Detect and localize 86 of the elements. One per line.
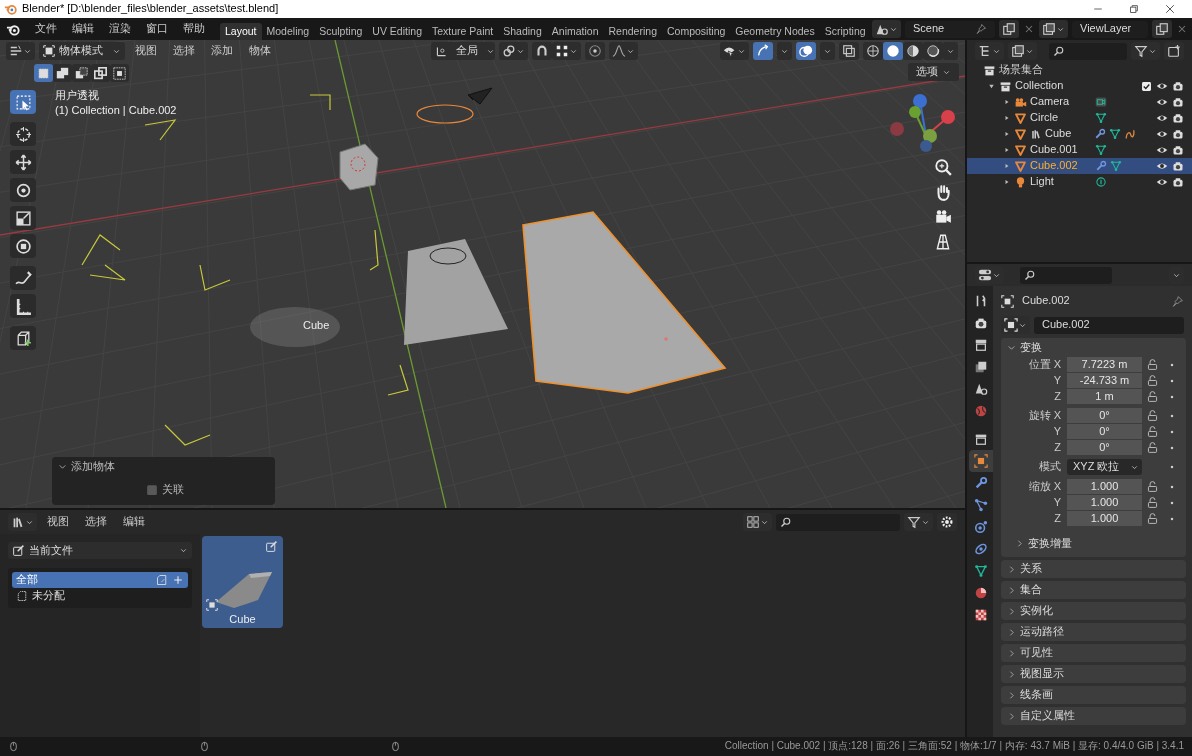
- workspace-tab[interactable]: Texture Paint: [426, 22, 499, 40]
- field-label: Z: [1053, 389, 1062, 404]
- field-label: 旋转 X: [1027, 408, 1062, 423]
- panel-header[interactable]: 视图显示: [1001, 665, 1186, 683]
- number-field[interactable]: 1.000: [1067, 511, 1142, 526]
- catalog-item[interactable]: 未分配: [12, 588, 188, 604]
- catalog-item[interactable]: 全部: [12, 572, 188, 588]
- mode-dropdown[interactable]: 物体模式: [39, 42, 125, 60]
- object-label: Cube: [303, 319, 330, 333]
- subpanel-header[interactable]: 变换增量: [1001, 534, 1186, 553]
- panel-header[interactable]: 集合: [1001, 581, 1186, 599]
- checkbox-label: 关联: [162, 482, 184, 497]
- workspace-tab[interactable]: Shading: [498, 22, 547, 40]
- menu-item[interactable]: 视图: [41, 515, 75, 529]
- tree-item-label: Cube.001: [1030, 143, 1079, 157]
- number-field[interactable]: 1.000: [1067, 479, 1142, 494]
- tree-item-label: Circle: [1030, 111, 1060, 125]
- number-field[interactable]: 1 m: [1067, 389, 1142, 404]
- workspace-tab[interactable]: Geometry Nodes: [730, 22, 820, 40]
- workspace-tab[interactable]: Rendering: [603, 22, 662, 40]
- context-label: (1) Collection | Cube.002: [55, 104, 177, 118]
- panel-header[interactable]: 实例化: [1001, 602, 1186, 620]
- tree-row[interactable]: Cube: [967, 126, 1192, 142]
- panel-title: 添加物体: [71, 460, 115, 474]
- workspace-tab[interactable]: Animation: [546, 22, 604, 40]
- tree-row[interactable]: Light: [967, 174, 1192, 190]
- workspace-tab[interactable]: Scripting: [819, 22, 871, 40]
- tree-row[interactable]: Cube.001: [967, 142, 1192, 158]
- menu-item[interactable]: 编辑: [117, 515, 151, 529]
- menu-item[interactable]: 文件: [27, 22, 64, 36]
- options-dropdown[interactable]: 选项: [908, 63, 959, 81]
- field-label: 缩放 X: [1027, 479, 1062, 494]
- number-field[interactable]: -24.733 m: [1067, 373, 1142, 388]
- menu-item[interactable]: 选择: [79, 515, 113, 529]
- window-title: Blender* [D:\blender_files\blender_assets\test.blend]: [22, 2, 279, 16]
- number-field[interactable]: 0°: [1067, 440, 1142, 455]
- field-label: Z: [1053, 511, 1062, 526]
- name-field[interactable]: Cube.002: [1034, 316, 1184, 334]
- panel-header[interactable]: 运动路径: [1001, 623, 1186, 641]
- field-label: Z: [1053, 440, 1062, 455]
- panel-header[interactable]: 线条画: [1001, 686, 1186, 704]
- field-label: Y: [1052, 373, 1062, 388]
- asset-tile[interactable]: Cube: [202, 536, 283, 628]
- rotation-mode-dropdown[interactable]: XYZ 欧拉: [1067, 459, 1142, 475]
- workspace-tab[interactable]: UV Editing: [367, 22, 427, 40]
- workspace-tab[interactable]: Modeling: [261, 22, 315, 40]
- workspace-tab[interactable]: Layout: [220, 22, 262, 40]
- tree-row[interactable]: Circle: [967, 110, 1192, 126]
- menu-item[interactable]: 物体: [243, 44, 277, 58]
- orientation-dropdown[interactable]: 全局: [431, 42, 495, 60]
- tree-item-label: Light: [1030, 175, 1055, 189]
- menu-item[interactable]: 视图: [129, 44, 163, 58]
- status-info: Collection | Cube.002 | 顶点:128 | 面:26 | 三角面:52 | 物体:1/7 | 内存: 43.7 MiB | 显存: 0.4/4.0 GiB | 3.4.1: [724, 740, 1184, 753]
- menu-item[interactable]: 选择: [167, 44, 201, 58]
- workspace-tab[interactable]: Sculpting: [314, 22, 368, 40]
- menu-item[interactable]: 编辑: [64, 22, 101, 36]
- number-field[interactable]: 0°: [1067, 408, 1142, 423]
- menu-item[interactable]: 窗口: [138, 22, 175, 36]
- tree-row[interactable]: Camera: [967, 94, 1192, 110]
- view-layer-field[interactable]: ViewLayer: [1072, 20, 1148, 38]
- number-field[interactable]: 1.000: [1067, 495, 1142, 510]
- field-label: Y: [1052, 495, 1062, 510]
- scene-field[interactable]: Scene: [905, 20, 995, 38]
- library-dropdown[interactable]: 当前文件: [8, 542, 192, 559]
- view-name: 用户透视: [55, 89, 99, 103]
- number-field[interactable]: 7.7223 m: [1067, 357, 1142, 372]
- field-label: 位置 X: [1027, 357, 1062, 372]
- panel-header[interactable]: 变换: [1001, 338, 1186, 357]
- workspace-tab[interactable]: Compositing: [661, 22, 731, 40]
- field-label: 模式: [1038, 460, 1062, 474]
- tree-item-label: Cube: [1045, 127, 1073, 141]
- asset-name: Cube: [228, 613, 257, 627]
- field-label: Y: [1052, 424, 1062, 439]
- panel-header[interactable]: 自定义属性: [1001, 707, 1186, 725]
- tree-item-label: Cube.002: [1030, 159, 1079, 173]
- menu-item[interactable]: 帮助: [175, 22, 212, 36]
- menu-item[interactable]: 渲染: [101, 22, 138, 36]
- tree-item[interactable]: 场景集合: [999, 63, 1043, 77]
- panel-header[interactable]: 可见性: [1001, 644, 1186, 662]
- number-field[interactable]: 0°: [1067, 424, 1142, 439]
- tree-item-label: Camera: [1030, 95, 1071, 109]
- panel-header[interactable]: 关系: [1001, 560, 1186, 578]
- object-name: Cube.002: [1022, 294, 1070, 308]
- tree-item[interactable]: Collection: [1015, 79, 1064, 93]
- tree-row[interactable]: Cube.002: [967, 158, 1192, 174]
- menu-item[interactable]: 添加: [205, 44, 239, 58]
